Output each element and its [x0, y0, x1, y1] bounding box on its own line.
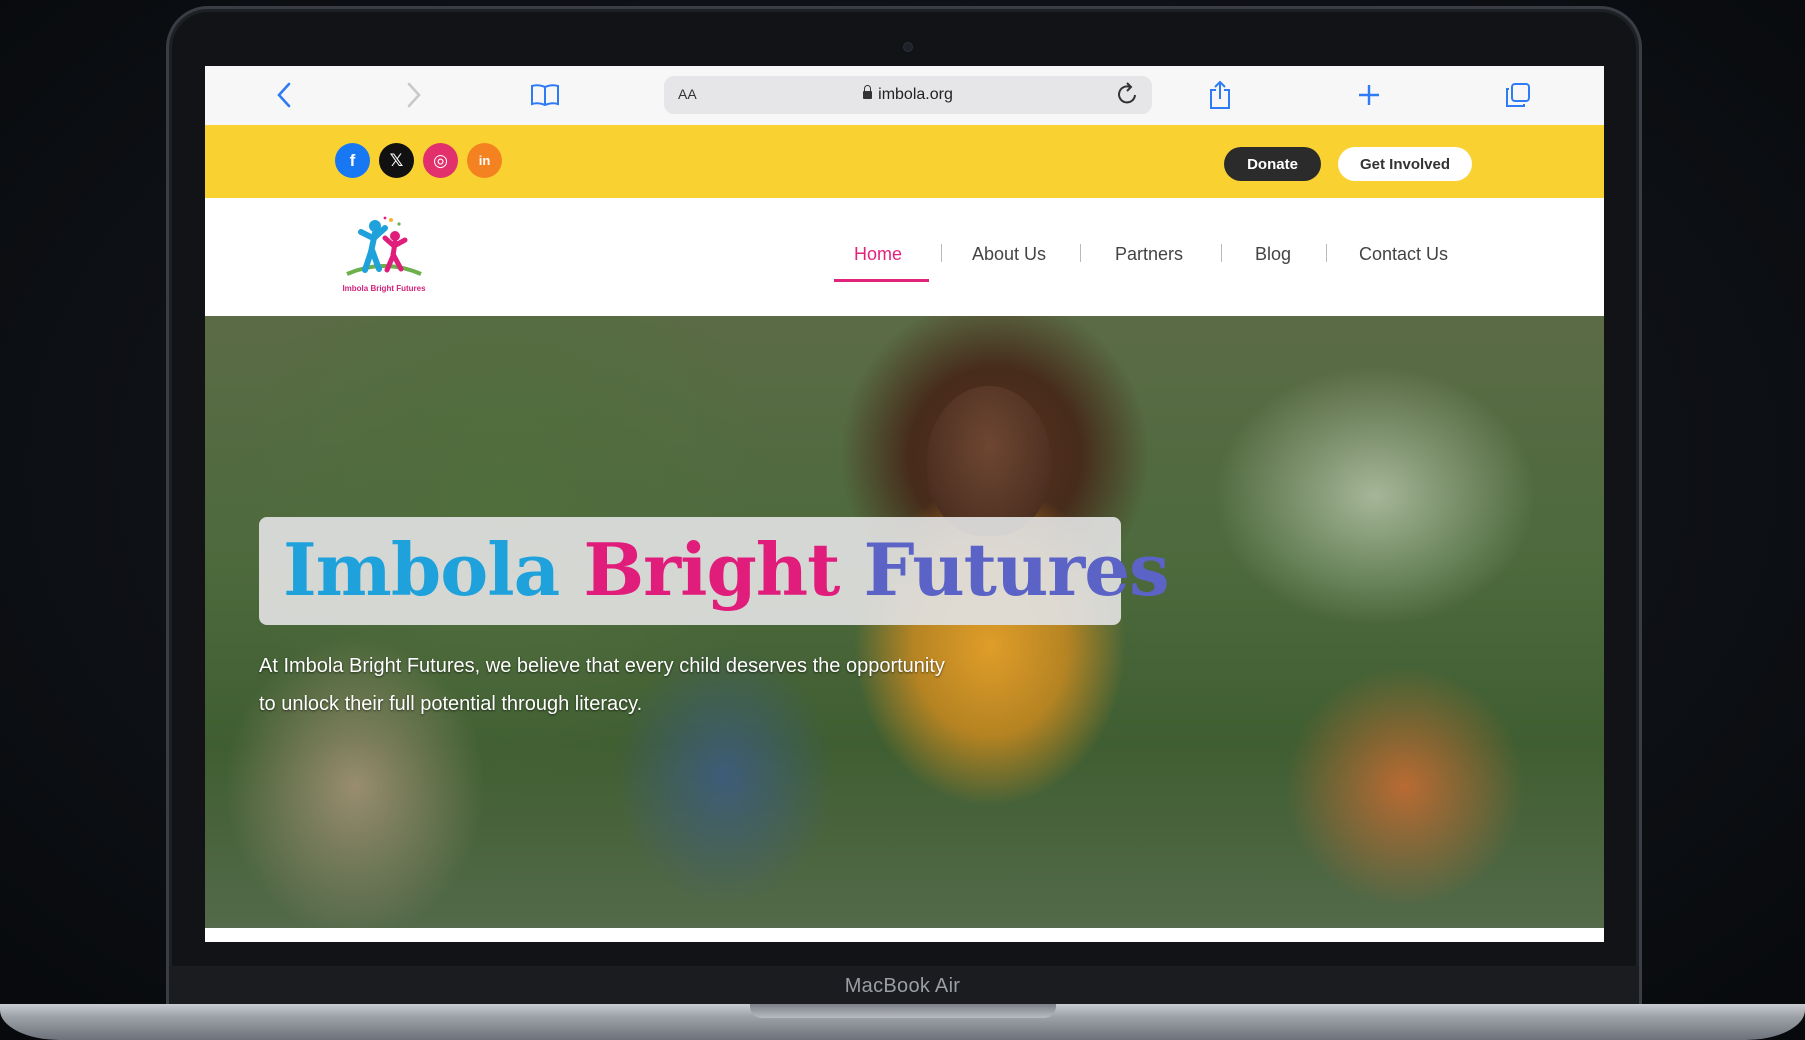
- nav-home[interactable]: Home: [854, 244, 902, 265]
- chevron-left-icon[interactable]: [267, 78, 301, 112]
- laptop-notch: [750, 1004, 1056, 1018]
- instagram-icon[interactable]: ◎: [423, 143, 458, 178]
- nav-contact-us[interactable]: Contact Us: [1359, 244, 1448, 265]
- tabs-icon[interactable]: [1501, 78, 1535, 112]
- nav-partners[interactable]: Partners: [1115, 244, 1183, 265]
- hero-title: Imbola Bright Futures: [283, 525, 1170, 615]
- facebook-icon[interactable]: f: [335, 143, 370, 178]
- plus-icon[interactable]: [1352, 78, 1386, 112]
- site-logo[interactable]: Imbola Bright Futures: [335, 214, 433, 302]
- site-header: Imbola Bright Futures Home About Us Part…: [205, 198, 1604, 316]
- nav-separator: [1326, 244, 1327, 262]
- hero-child-photo: [927, 386, 1051, 536]
- page-bottom-strip: [205, 928, 1604, 942]
- hero-image: Imbola Bright Futures At Imbola Bright F…: [205, 316, 1604, 928]
- url-value: imbola.org: [878, 86, 953, 103]
- get-involved-button[interactable]: Get Involved: [1338, 147, 1472, 181]
- reload-icon[interactable]: [1116, 81, 1140, 114]
- camera-icon: [903, 42, 913, 52]
- device-label: MacBook Air: [844, 975, 961, 997]
- hero-title-imbola: Imbola: [283, 527, 560, 612]
- hero-title-bright: Bright: [583, 527, 840, 612]
- linkedin-icon[interactable]: in: [467, 143, 502, 178]
- nav-active-indicator: [834, 279, 929, 282]
- x-icon[interactable]: 𝕏: [379, 143, 414, 178]
- nav-blog[interactable]: Blog: [1255, 244, 1291, 265]
- logo-text: Imbola Bright Futures: [342, 284, 426, 293]
- nav-separator: [1080, 244, 1081, 262]
- hero-title-box: Imbola Bright Futures: [259, 517, 1170, 625]
- book-icon[interactable]: [528, 78, 562, 112]
- share-icon[interactable]: [1203, 78, 1237, 112]
- lock-icon: [863, 85, 873, 99]
- logo-figures-icon: [346, 216, 422, 276]
- hero-tagline: At Imbola Bright Futures, we believe tha…: [259, 655, 945, 715]
- hero-title-futures: Futures: [863, 527, 1169, 612]
- nav-separator: [1221, 244, 1222, 262]
- chevron-right-icon[interactable]: [397, 78, 431, 112]
- screen: AA imbola.org f 𝕏 ◎ in Donate Get Involv…: [205, 66, 1604, 942]
- donate-button[interactable]: Donate: [1224, 147, 1321, 181]
- nav-about-us[interactable]: About Us: [972, 244, 1046, 265]
- address-bar[interactable]: AA imbola.org: [664, 76, 1152, 114]
- top-bar: f 𝕏 ◎ in Donate Get Involved: [205, 125, 1604, 198]
- nav-separator: [941, 244, 942, 262]
- url-text: imbola.org: [664, 85, 1152, 104]
- browser-toolbar: AA imbola.org: [205, 66, 1604, 126]
